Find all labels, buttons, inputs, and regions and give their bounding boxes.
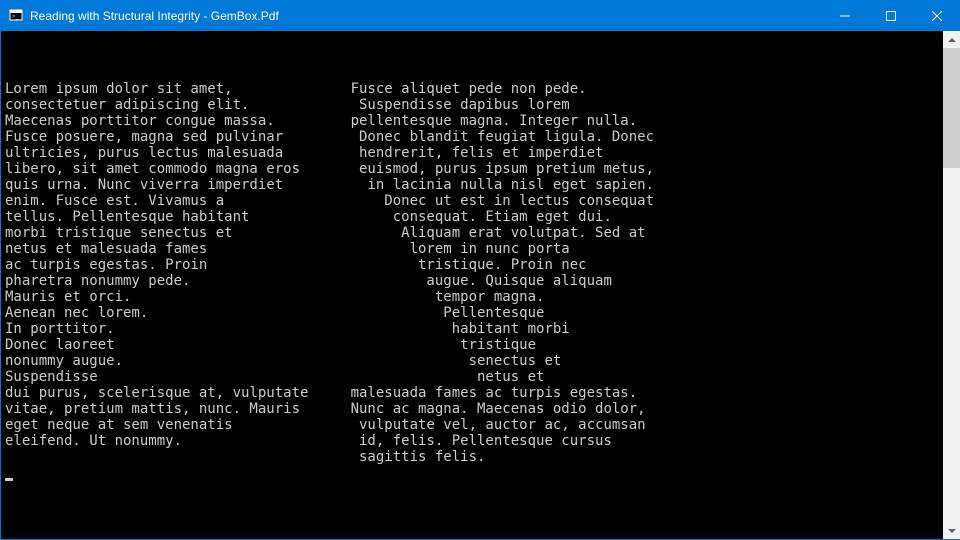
console-line: dui purus, scelerisque at, vulputate mal… xyxy=(5,385,943,401)
client-area: Lorem ipsum dolor sit amet, Fusce alique… xyxy=(0,31,960,540)
console-line: quis urna. Nunc viverra imperdiet in lac… xyxy=(5,177,943,193)
scroll-thumb[interactable] xyxy=(943,48,960,168)
scroll-down-button[interactable] xyxy=(943,522,960,539)
console-line: Mauris et orci. tempor magna. xyxy=(5,289,943,305)
console-line: ultricies, purus lectus malesuada hendre… xyxy=(5,145,943,161)
console-line: morbi tristique senectus et Aliquam erat… xyxy=(5,225,943,241)
console-line: Lorem ipsum dolor sit amet, Fusce alique… xyxy=(5,81,943,97)
cursor-icon xyxy=(5,478,13,481)
console-line: consectetuer adipiscing elit. Suspendiss… xyxy=(5,97,943,113)
app-window: >_ Reading with Structural Integrity - G… xyxy=(0,0,960,540)
titlebar[interactable]: >_ Reading with Structural Integrity - G… xyxy=(0,0,960,31)
console-line: Maecenas porttitor congue massa. pellent… xyxy=(5,113,943,129)
console-line: sagittis felis. xyxy=(5,449,943,465)
chevron-up-icon xyxy=(948,38,956,42)
console-line: eleifend. Ut nonummy. id, felis. Pellent… xyxy=(5,433,943,449)
console-line: Fusce posuere, magna sed pulvinar Donec … xyxy=(5,129,943,145)
console-cursor-line xyxy=(5,465,943,481)
console-output[interactable]: Lorem ipsum dolor sit amet, Fusce alique… xyxy=(1,31,943,539)
console-line: nonummy augue. senectus et xyxy=(5,353,943,369)
console-line: enim. Fusce est. Vivamus a Donec ut est … xyxy=(5,193,943,209)
window-controls xyxy=(822,0,960,31)
console-line: pharetra nonummy pede. augue. Quisque al… xyxy=(5,273,943,289)
console-line: Aenean nec lorem. Pellentesque xyxy=(5,305,943,321)
scroll-up-button[interactable] xyxy=(943,31,960,48)
console-line: Suspendisse netus et xyxy=(5,369,943,385)
console-line: netus et malesuada fames lorem in nunc p… xyxy=(5,241,943,257)
vertical-scrollbar[interactable] xyxy=(943,31,960,539)
window-title: Reading with Structural Integrity - GemB… xyxy=(30,9,279,23)
console-line: eget neque at sem venenatis vulputate ve… xyxy=(5,417,943,433)
close-button[interactable] xyxy=(914,0,960,31)
scroll-track[interactable] xyxy=(943,48,960,522)
console-line: Donec laoreet tristique xyxy=(5,337,943,353)
console-line: libero, sit amet commodo magna eros euis… xyxy=(5,161,943,177)
minimize-button[interactable] xyxy=(822,0,868,31)
svg-text:>_: >_ xyxy=(12,13,20,20)
console-line: ac turpis egestas. Proin tristique. Proi… xyxy=(5,257,943,273)
console-line: tellus. Pellentesque habitant consequat.… xyxy=(5,209,943,225)
console-line: In porttitor. habitant morbi xyxy=(5,321,943,337)
chevron-down-icon xyxy=(948,529,956,533)
console-line: vitae, pretium mattis, nunc. Mauris Nunc… xyxy=(5,401,943,417)
app-icon: >_ xyxy=(8,8,24,24)
maximize-button[interactable] xyxy=(868,0,914,31)
